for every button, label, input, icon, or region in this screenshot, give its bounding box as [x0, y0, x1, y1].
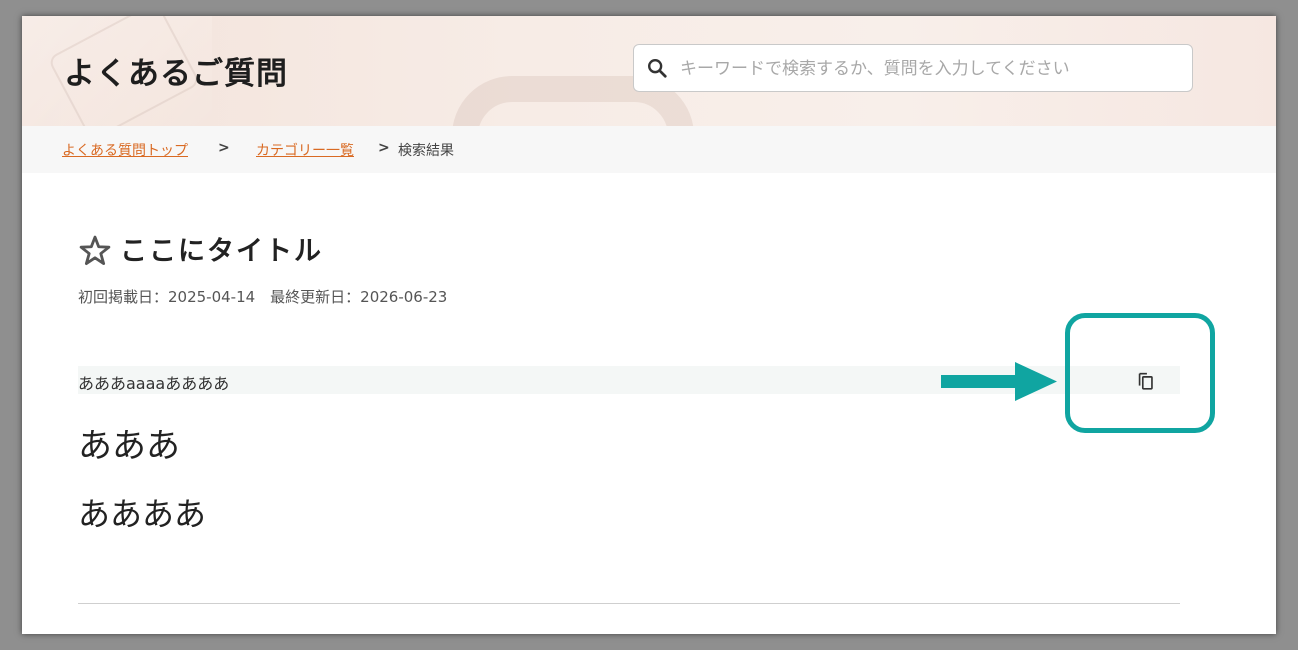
article-title: ここにタイトル: [120, 236, 323, 267]
article-paragraph: ああああ: [78, 495, 207, 533]
article-paragraph: あああ: [78, 426, 180, 466]
breadcrumb-separator: >: [378, 140, 390, 156]
annotation-highlight: [1065, 313, 1215, 433]
breadcrumb-current: 検索結果: [398, 143, 454, 159]
search-input[interactable]: [678, 53, 1182, 85]
star-icon[interactable]: [78, 234, 112, 268]
divider: [78, 603, 1180, 604]
code-text: あああaaaaああああ: [78, 374, 230, 393]
article-dates: 初回掲載日：2025-04-14 最終更新日：2026-06-23: [78, 288, 448, 306]
breadcrumb: よくある質問トップ > カテゴリー一覧 > 検索結果: [22, 126, 1276, 173]
faq-title: よくあるご質問: [64, 56, 288, 92]
breadcrumb-separator: >: [218, 140, 230, 156]
faq-header: よくあるご質問: [22, 16, 1276, 126]
search-box[interactable]: [633, 44, 1193, 92]
breadcrumb-link-faq-top[interactable]: よくある質問トップ: [62, 140, 188, 160]
arrow-right-icon: [941, 362, 1057, 401]
breadcrumb-link-category-list[interactable]: カテゴリー一覧: [256, 140, 354, 160]
search-icon[interactable]: [646, 57, 668, 79]
